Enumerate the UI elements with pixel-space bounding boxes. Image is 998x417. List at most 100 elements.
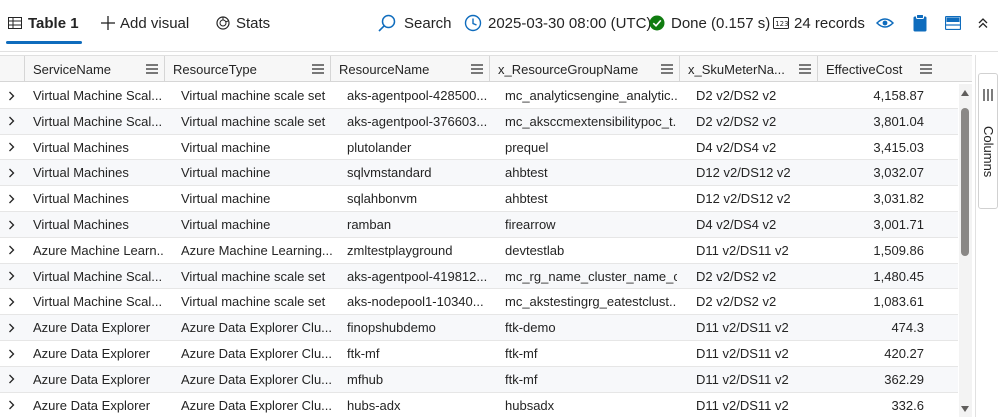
table-cell: firearrow [505, 217, 556, 232]
table-row[interactable]: Virtual Machines Virtual machine sqlahbonv… [0, 186, 958, 212]
scrollbar-thumb[interactable] [961, 108, 969, 256]
tab-label: Table 1 [28, 14, 79, 32]
table-row[interactable]: Virtual Machine Scal... Virtual machine s… [0, 83, 958, 109]
column-menu-icon[interactable] [140, 64, 164, 74]
chevron-right-icon[interactable] [8, 393, 15, 417]
table-cell: D2 v2/DS2 v2 [696, 294, 777, 310]
side-panel: Columns [975, 55, 998, 417]
column-header-x-skumetername[interactable]: x_SkuMeterNa... [680, 56, 818, 82]
copy-button[interactable] [913, 0, 927, 46]
table-cell: Virtual machine scale set [181, 88, 326, 103]
chevron-right-icon[interactable] [8, 315, 15, 340]
chevron-right-icon[interactable] [8, 160, 15, 185]
chevron-right-icon[interactable] [8, 212, 15, 237]
table-cell: 3,031.82 [873, 191, 924, 207]
vertical-scrollbar[interactable] [959, 84, 972, 417]
table-cell: mc_rg_name_cluster_name_c... [505, 268, 677, 284]
table-cell: mfhub [347, 371, 384, 387]
layout-button[interactable] [945, 0, 961, 46]
collapse-button[interactable] [978, 0, 988, 46]
table-cell: zmltestplayground [347, 242, 453, 258]
table-row[interactable]: Azure Data Explorer Azure Data Explorer C… [0, 393, 958, 417]
table-cell: hubs-adx [347, 397, 401, 413]
table-cell: D12 v2/DS12 v2 [696, 191, 791, 207]
scroll-up-arrow-icon[interactable] [961, 90, 969, 96]
table-cell: prequel [505, 139, 549, 155]
table-cell: Azure Data Explorer [33, 320, 151, 336]
table-cell: Virtual Machines [33, 165, 129, 181]
chevron-right-icon[interactable] [8, 367, 15, 392]
table-row[interactable]: Azure Machine Learn... Azure Machine Lear… [0, 238, 958, 264]
table-cell: aks-agentpool-428500... [347, 88, 488, 103]
column-menu-icon[interactable] [914, 64, 938, 74]
table-row[interactable]: Virtual Machines Virtual machine plutoland… [0, 135, 958, 161]
plus-icon [101, 16, 115, 30]
column-menu-icon[interactable] [465, 64, 489, 74]
column-menu-icon[interactable] [306, 64, 330, 74]
table-cell: Virtual Machines [33, 217, 129, 232]
table-row[interactable]: Virtual Machines Virtual machine ramban fir… [0, 212, 958, 238]
table-cell: ftk-mf [505, 346, 538, 361]
add-visual-button[interactable]: Add visual [101, 0, 189, 46]
toolbar: Table 1 Add visual Stats Search 2025-03-… [0, 0, 998, 46]
column-header-label: EffectiveCost [826, 61, 903, 77]
column-header-resourcename[interactable]: ResourceName [331, 56, 490, 82]
column-header-resourcetype[interactable]: ResourceType [165, 56, 331, 82]
active-tab-indicator [6, 41, 82, 44]
column-header-x-resourcegroupname[interactable]: x_ResourceGroupName [490, 56, 680, 82]
stats-icon [216, 16, 230, 30]
column-menu-icon[interactable] [655, 64, 679, 74]
table-cell: aks-agentpool-376603... [347, 113, 488, 129]
add-visual-label: Add visual [120, 14, 190, 32]
table-row[interactable]: Azure Data Explorer Azure Data Explorer C… [0, 341, 958, 367]
clipboard-icon [913, 14, 927, 32]
check-circle-icon [649, 15, 665, 31]
table-cell: Azure Data Explorer Clu... [181, 346, 333, 361]
table-cell: 474.3 [891, 320, 924, 336]
stats-button[interactable]: Stats [216, 0, 270, 46]
table-cell: 1,083.61 [873, 294, 924, 310]
chevron-right-icon[interactable] [8, 341, 15, 366]
table-cell: D11 v2/DS11 v2 [696, 320, 789, 336]
table-cell: Virtual Machines [33, 191, 129, 207]
chevron-right-icon[interactable] [8, 109, 15, 134]
tab-table-1[interactable]: Table 1 [8, 0, 79, 46]
table-cell: 1,480.45 [873, 268, 924, 284]
table-cell: Virtual Machine Scal... [33, 113, 163, 129]
table-cell: Virtual machine scale set [181, 294, 326, 310]
table-cell: 3,032.07 [873, 165, 924, 181]
column-header-label: x_SkuMeterNa... [688, 61, 785, 77]
table-cell: D4 v2/DS4 v2 [696, 139, 777, 155]
table-row[interactable]: Azure Data Explorer Azure Data Explorer C… [0, 315, 958, 341]
chevron-right-icon[interactable] [8, 83, 15, 108]
table-cell: Azure Data Explorer [33, 371, 151, 387]
table-cell: Virtual Machine Scal... [33, 268, 163, 284]
table-cell: aks-agentpool-419812... [347, 268, 488, 284]
column-header-label: ResourceName [339, 61, 430, 77]
table-row[interactable]: Virtual Machines Virtual machine sqlvmstan… [0, 160, 958, 187]
columns-panel-tab[interactable]: Columns [978, 73, 998, 209]
table-cell: ahbtest [505, 191, 548, 207]
table-row[interactable]: Virtual Machine Scal... Virtual machine s… [0, 263, 958, 290]
table-cell: D2 v2/DS2 v2 [696, 88, 777, 103]
chevron-right-icon[interactable] [8, 186, 15, 211]
column-header-effectivecost[interactable]: EffectiveCost [818, 56, 938, 82]
chevron-right-icon[interactable] [8, 289, 15, 314]
column-header-servicename[interactable]: ServiceName [25, 56, 165, 82]
table-row[interactable]: Virtual Machine Scal... Virtual machine s… [0, 289, 958, 316]
chevron-right-icon[interactable] [8, 238, 15, 263]
time-range-button[interactable]: 2025-03-30 08:00 (UTC) [464, 0, 651, 46]
column-header-label: x_ResourceGroupName [498, 61, 639, 77]
search-button[interactable]: Search [378, 0, 452, 46]
clock-icon [464, 14, 482, 32]
table-cell: 420.27 [884, 346, 924, 361]
collapse-icon [978, 17, 988, 29]
view-button[interactable] [876, 0, 894, 46]
chevron-right-icon[interactable] [8, 264, 15, 289]
scroll-down-arrow-icon[interactable] [961, 406, 969, 412]
column-menu-icon[interactable] [793, 64, 817, 74]
table-cell: Azure Data Explorer Clu... [181, 371, 333, 387]
table-row[interactable]: Virtual Machine Scal... Virtual machine s… [0, 108, 958, 135]
table-row[interactable]: Azure Data Explorer Azure Data Explorer C… [0, 366, 958, 393]
chevron-right-icon[interactable] [8, 135, 15, 160]
